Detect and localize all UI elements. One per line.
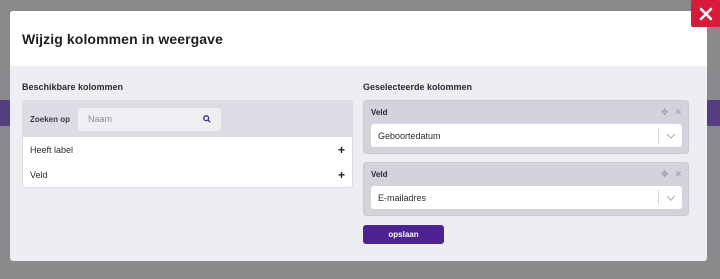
- available-item-veld[interactable]: Veld +: [23, 162, 352, 187]
- drag-handle-icon[interactable]: ✥: [661, 107, 669, 117]
- plus-icon[interactable]: +: [338, 169, 345, 181]
- search-row: Zoeken op: [23, 101, 352, 137]
- selected-column-card: Veld ✥ ✕ Geboortedatum: [363, 100, 689, 154]
- selected-column-card: Veld ✥ ✕ E-mailadres: [363, 162, 689, 216]
- card-label: Veld: [371, 107, 388, 117]
- select-value: Geboortedatum: [378, 130, 441, 141]
- remove-icon[interactable]: ✕: [674, 107, 682, 117]
- edit-columns-dialog: Wijzig kolommen in weergave Beschikbare …: [10, 11, 707, 261]
- remove-icon[interactable]: ✕: [674, 169, 682, 179]
- close-button[interactable]: [691, 0, 720, 27]
- available-item-label: Heeft label: [30, 144, 74, 155]
- card-label: Veld: [371, 169, 388, 179]
- chevron-down-icon[interactable]: [658, 190, 682, 205]
- drag-handle-icon[interactable]: ✥: [661, 169, 669, 179]
- column-select[interactable]: Geboortedatum: [371, 124, 682, 147]
- select-value: E-mailadres: [378, 192, 427, 203]
- available-item-heeft-label[interactable]: Heeft label +: [23, 137, 352, 162]
- close-icon: [699, 7, 712, 20]
- search-input[interactable]: [88, 114, 188, 124]
- available-columns-panel: Beschikbare kolommen Zoeken op Heeft lab…: [22, 82, 353, 188]
- available-columns-title: Beschikbare kolommen: [22, 82, 124, 92]
- search-label: Zoeken op: [30, 114, 71, 124]
- save-button[interactable]: opslaan: [363, 225, 444, 244]
- column-select[interactable]: E-mailadres: [371, 186, 682, 209]
- dialog-header: Wijzig kolommen in weergave: [10, 11, 707, 66]
- plus-icon[interactable]: +: [338, 144, 345, 156]
- available-columns-box: Zoeken op Heeft label + Veld +: [22, 100, 353, 188]
- chevron-down-icon[interactable]: [658, 128, 682, 143]
- selected-columns-panel: Geselecteerde kolommen Veld ✥ ✕ Geboorte…: [363, 82, 689, 244]
- selected-columns-title: Geselecteerde kolommen: [363, 82, 473, 92]
- dialog-title: Wijzig kolommen in weergave: [22, 30, 223, 47]
- available-item-label: Veld: [30, 169, 48, 180]
- search-icon[interactable]: [203, 115, 211, 123]
- search-field[interactable]: [78, 107, 221, 131]
